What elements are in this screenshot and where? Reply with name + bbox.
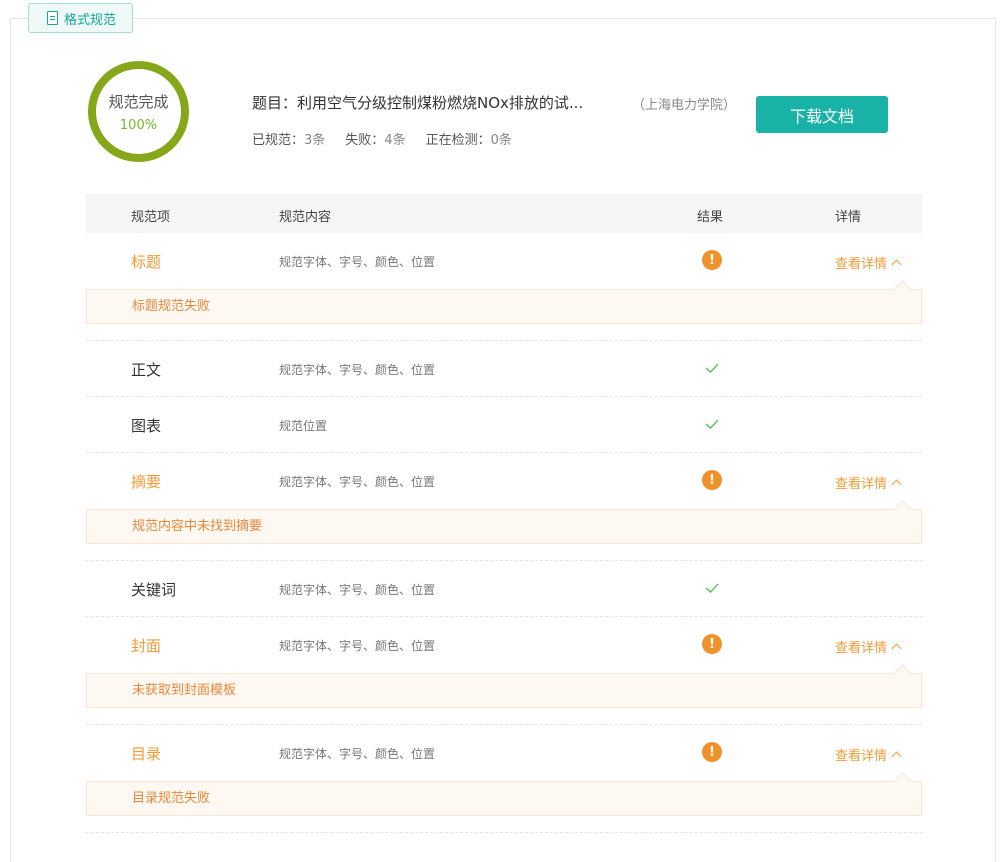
fail-message: 规范内容中未找到摘要 (86, 509, 922, 544)
tab-label: 格式规范 (64, 12, 117, 28)
check-icon (702, 358, 722, 378)
rule-content: 规范字体、字号、颜色、位置 (279, 747, 436, 761)
fail-message: 目录规范失败 (86, 781, 922, 816)
view-detail-link[interactable]: 查看详情 (835, 253, 902, 272)
rule-name: 关键词 (131, 581, 177, 599)
document-title: 题目：利用空气分级控制煤粉燃烧NOx排放的试... (252, 94, 584, 112)
header-detail: 详情 (835, 210, 862, 225)
header-item: 规范项 (131, 210, 171, 225)
rule-content: 规范字体、字号、颜色、位置 (279, 639, 436, 653)
stat-passed: 已规范：3条 (252, 133, 326, 148)
stats-bar: 已规范：3条 失败：4条 正在检测：0条 (252, 129, 512, 148)
completion-percent: 100% (119, 117, 158, 133)
view-detail-label: 查看详情 (835, 749, 888, 764)
rule-name: 目录 (131, 745, 162, 763)
row-divider (86, 832, 922, 833)
stat-checking: 正在检测：0条 (425, 133, 512, 148)
table-row: 目录 规范字体、字号、颜色、位置! 查看详情 (86, 725, 922, 781)
fail-message: 未获取到封面模板 (86, 673, 922, 708)
rule-name: 正文 (131, 361, 162, 379)
warning-icon: ! (702, 470, 722, 490)
download-document-button[interactable]: 下载文档 (756, 96, 888, 133)
header-result: 结果 (697, 210, 724, 225)
table-row: 标题 规范字体、字号、颜色、位置! 查看详情 (86, 233, 922, 289)
document-icon (47, 11, 58, 25)
view-detail-label: 查看详情 (835, 477, 888, 492)
table-row: 摘要 规范字体、字号、颜色、位置! 查看详情 (86, 453, 922, 509)
check-icon (702, 578, 722, 598)
table-header: 规范项 规范内容 结果 详情 (86, 194, 922, 233)
view-detail-label: 查看详情 (835, 257, 888, 272)
stat-failed: 失败：4条 (345, 133, 406, 148)
warning-icon: ! (702, 634, 722, 654)
view-detail-link[interactable]: 查看详情 (835, 637, 902, 656)
rule-name: 标题 (131, 253, 162, 271)
chevron-up-icon (891, 751, 902, 762)
rule-content: 规范字体、字号、颜色、位置 (279, 583, 436, 597)
table-row: 正文 规范字体、字号、颜色、位置 (86, 341, 922, 397)
check-icon (702, 414, 722, 434)
chevron-up-icon (891, 259, 902, 270)
warning-icon: ! (702, 742, 722, 762)
view-detail-label: 查看详情 (835, 641, 888, 656)
warning-icon: ! (702, 250, 722, 270)
rule-name: 封面 (131, 637, 162, 655)
table-row: 关键词 规范字体、字号、颜色、位置 (86, 561, 922, 617)
rule-content: 规范位置 (279, 419, 328, 433)
check-table: 规范项 规范内容 结果 详情 标题 规范字体、字号、颜色、位置! 查看详情 标题规范失… (86, 194, 922, 833)
rule-content: 规范字体、字号、颜色、位置 (279, 363, 436, 377)
header-content: 规范内容 (279, 210, 332, 225)
chevron-up-icon (891, 479, 902, 490)
table-row: 图表 规范位置 (86, 397, 922, 453)
rule-content: 规范字体、字号、颜色、位置 (279, 255, 436, 269)
rule-name: 摘要 (131, 473, 162, 491)
completion-ring: 规范完成 100% (88, 61, 189, 162)
chevron-up-icon (891, 643, 902, 654)
rule-content: 规范字体、字号、颜色、位置 (279, 475, 436, 489)
completion-label: 规范完成 (108, 92, 169, 111)
table-row: 封面 规范字体、字号、颜色、位置! 查看详情 (86, 617, 922, 673)
document-school: （上海电力学院） (632, 98, 737, 113)
tab-format-check[interactable]: 格式规范 (28, 3, 134, 33)
table-body: 标题 规范字体、字号、颜色、位置! 查看详情 标题规范失败 正文 规范字体、字号、颜色、位… (86, 233, 922, 833)
view-detail-link[interactable]: 查看详情 (835, 745, 902, 764)
fail-message: 标题规范失败 (86, 289, 922, 324)
rule-name: 图表 (131, 417, 162, 435)
view-detail-link[interactable]: 查看详情 (835, 473, 902, 492)
